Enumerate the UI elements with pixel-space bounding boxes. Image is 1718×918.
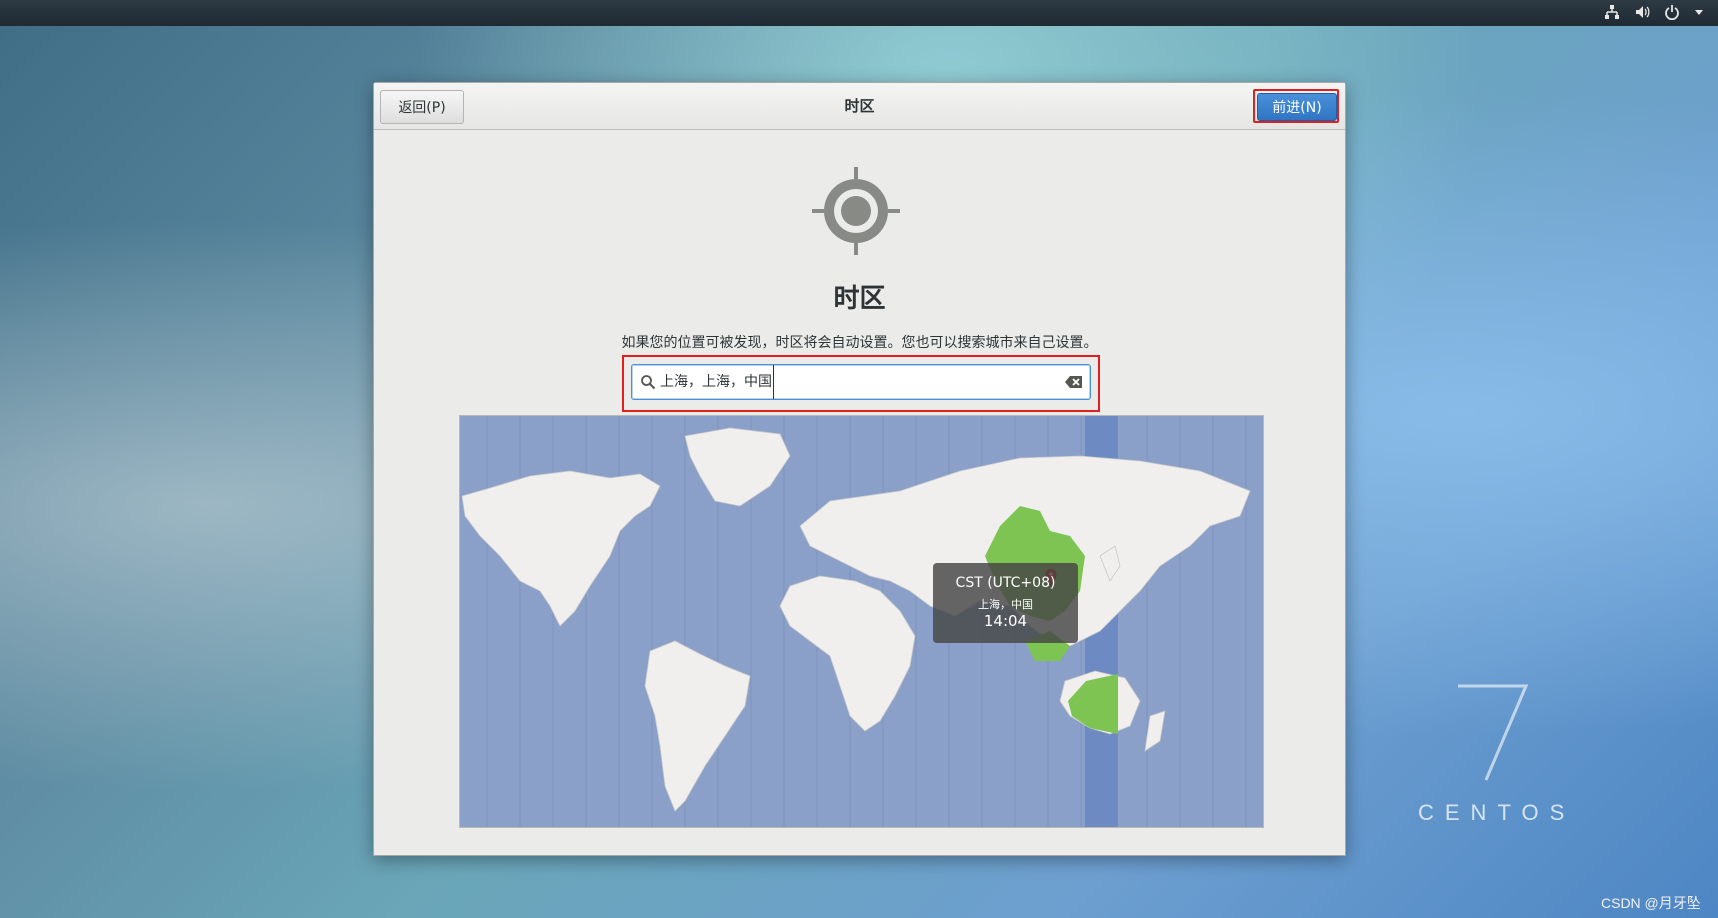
timezone-tooltip: CST (UTC+08) 上海，中国 14:04 (933, 563, 1078, 643)
next-button[interactable]: 前进(N) (1257, 93, 1337, 121)
back-button[interactable]: 返回(P) (380, 90, 464, 124)
centos-version-mark (1452, 682, 1532, 782)
tooltip-timezone: CST (UTC+08) (955, 575, 1056, 591)
menu-arrow-icon[interactable] (1694, 4, 1704, 25)
header-title: 时区 (844, 97, 875, 115)
clear-text-icon[interactable] (1064, 374, 1084, 390)
timezone-map[interactable]: CST (UTC+08) 上海，中国 14:04 (459, 415, 1264, 828)
page-title: 时区 (833, 284, 886, 314)
power-icon[interactable] (1664, 4, 1680, 25)
search-icon (641, 375, 656, 390)
network-icon[interactable] (1604, 4, 1620, 25)
next-button-highlight: 前进(N) (1253, 89, 1339, 123)
tooltip-city: 上海，中国 (978, 598, 1033, 611)
installer-dialog: 返回(P) 时区 前进(N) 时区 如果您的位置可被发现，时区将会自动设置。您也… (373, 82, 1346, 856)
volume-icon[interactable] (1634, 4, 1650, 25)
centos-logo-text: CENTOS (1418, 800, 1576, 825)
world-map-graphic (460, 416, 1263, 827)
city-search-input[interactable]: 上海，上海，中国 (631, 364, 1091, 400)
page-description: 如果您的位置可被发现，时区将会自动设置。您也可以搜索城市来自己设置。 (621, 335, 1098, 351)
search-value: 上海，上海，中国 (660, 365, 774, 399)
system-tray (1604, 4, 1704, 25)
dialog-header: 返回(P) 时区 前进(N) (374, 83, 1345, 130)
search-highlight: 上海，上海，中国 (622, 355, 1100, 412)
top-panel (0, 0, 1718, 26)
tooltip-time: 14:04 (983, 612, 1028, 630)
csdn-watermark: CSDN @月牙坠 (1601, 895, 1701, 911)
location-target-icon (812, 167, 900, 255)
